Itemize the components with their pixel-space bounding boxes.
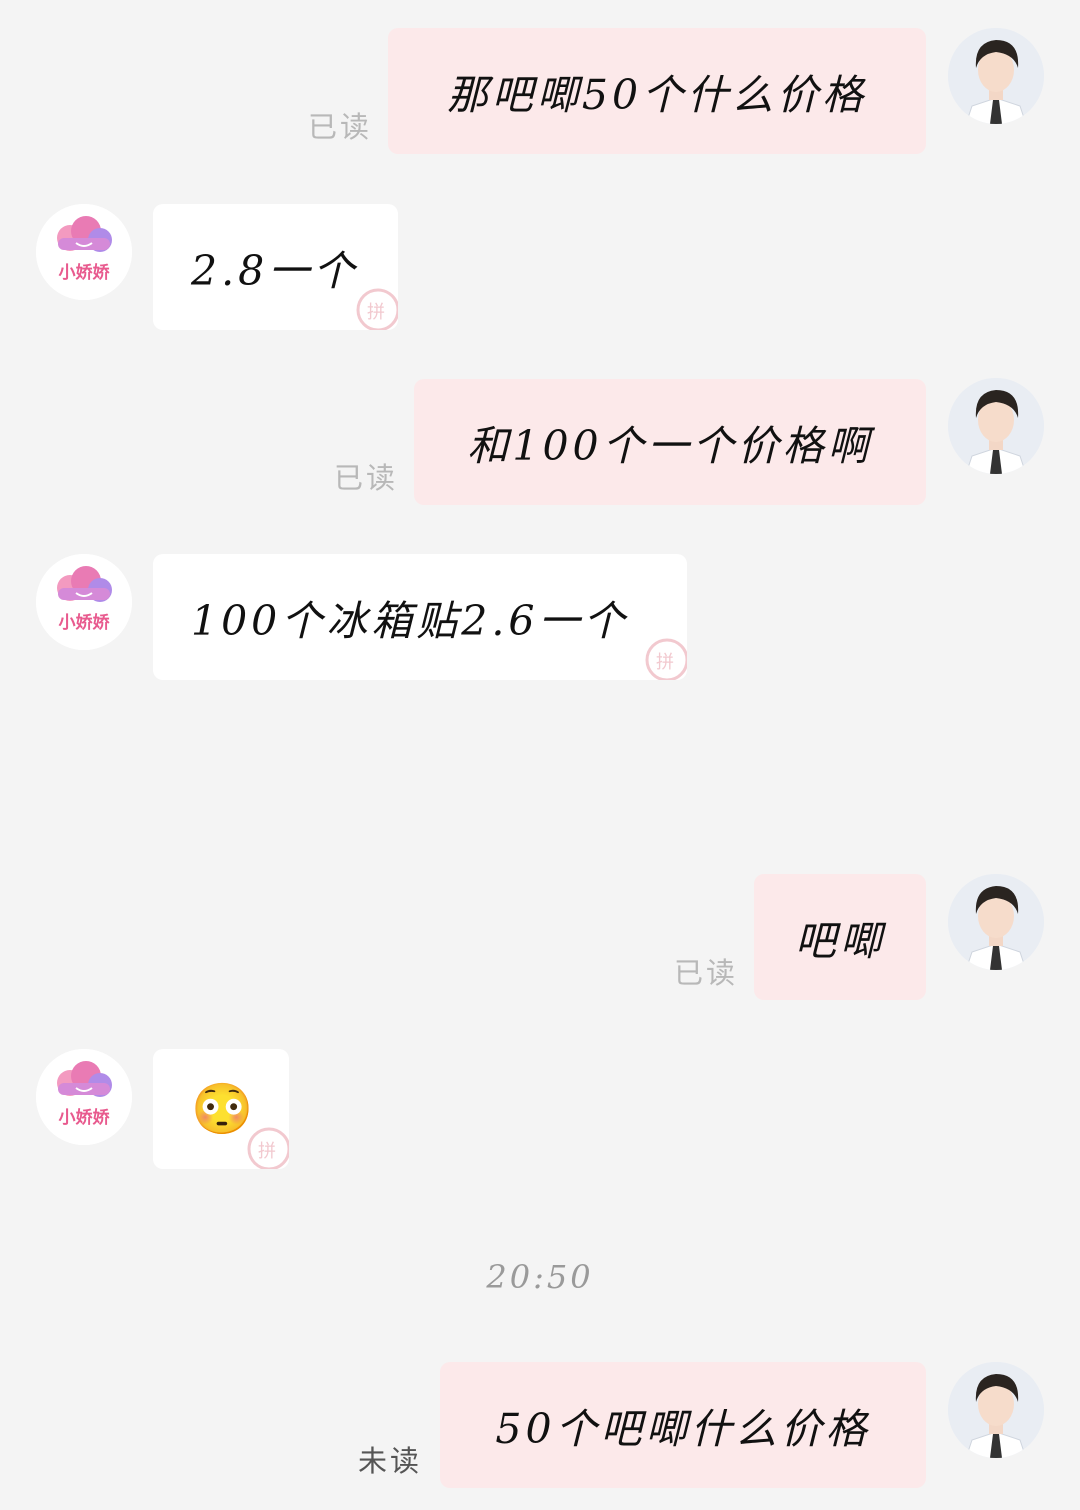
- svg-text:拼: 拼: [656, 652, 674, 673]
- shop-stamp-icon: 拼: [247, 1127, 289, 1169]
- unread-status: 未读: [358, 1444, 423, 1478]
- timestamp: 20:50: [486, 1258, 594, 1296]
- outgoing-message[interactable]: 50个吧唧什么价格: [440, 1362, 926, 1488]
- shop-avatar[interactable]: 小娇娇: [36, 554, 132, 650]
- user-avatar[interactable]: [948, 378, 1044, 474]
- read-status: 已读: [334, 461, 399, 495]
- outgoing-message[interactable]: 和100个一个价格啊: [414, 379, 926, 505]
- user-avatar[interactable]: [948, 28, 1044, 124]
- user-avatar[interactable]: [948, 874, 1044, 970]
- incoming-message[interactable]: 100个冰箱贴2.6一个: [153, 554, 687, 680]
- shop-logo-text: 小娇娇: [58, 1108, 110, 1128]
- read-status: 已读: [308, 110, 373, 144]
- user-avatar[interactable]: [948, 1362, 1044, 1458]
- svg-text:拼: 拼: [258, 1141, 276, 1162]
- shop-logo-text: 小娇娇: [58, 263, 110, 283]
- shop-avatar[interactable]: 小娇娇: [36, 1049, 132, 1145]
- read-status: 已读: [674, 956, 739, 990]
- svg-text:拼: 拼: [367, 302, 385, 323]
- shop-logo-text: 小娇娇: [58, 613, 110, 633]
- outgoing-message[interactable]: 吧唧: [754, 874, 926, 1000]
- outgoing-message[interactable]: 那吧唧50个什么价格: [388, 28, 926, 154]
- shop-stamp-icon: 拼: [356, 288, 398, 330]
- shop-avatar[interactable]: 小娇娇: [36, 204, 132, 300]
- shop-stamp-icon: 拼: [645, 638, 687, 680]
